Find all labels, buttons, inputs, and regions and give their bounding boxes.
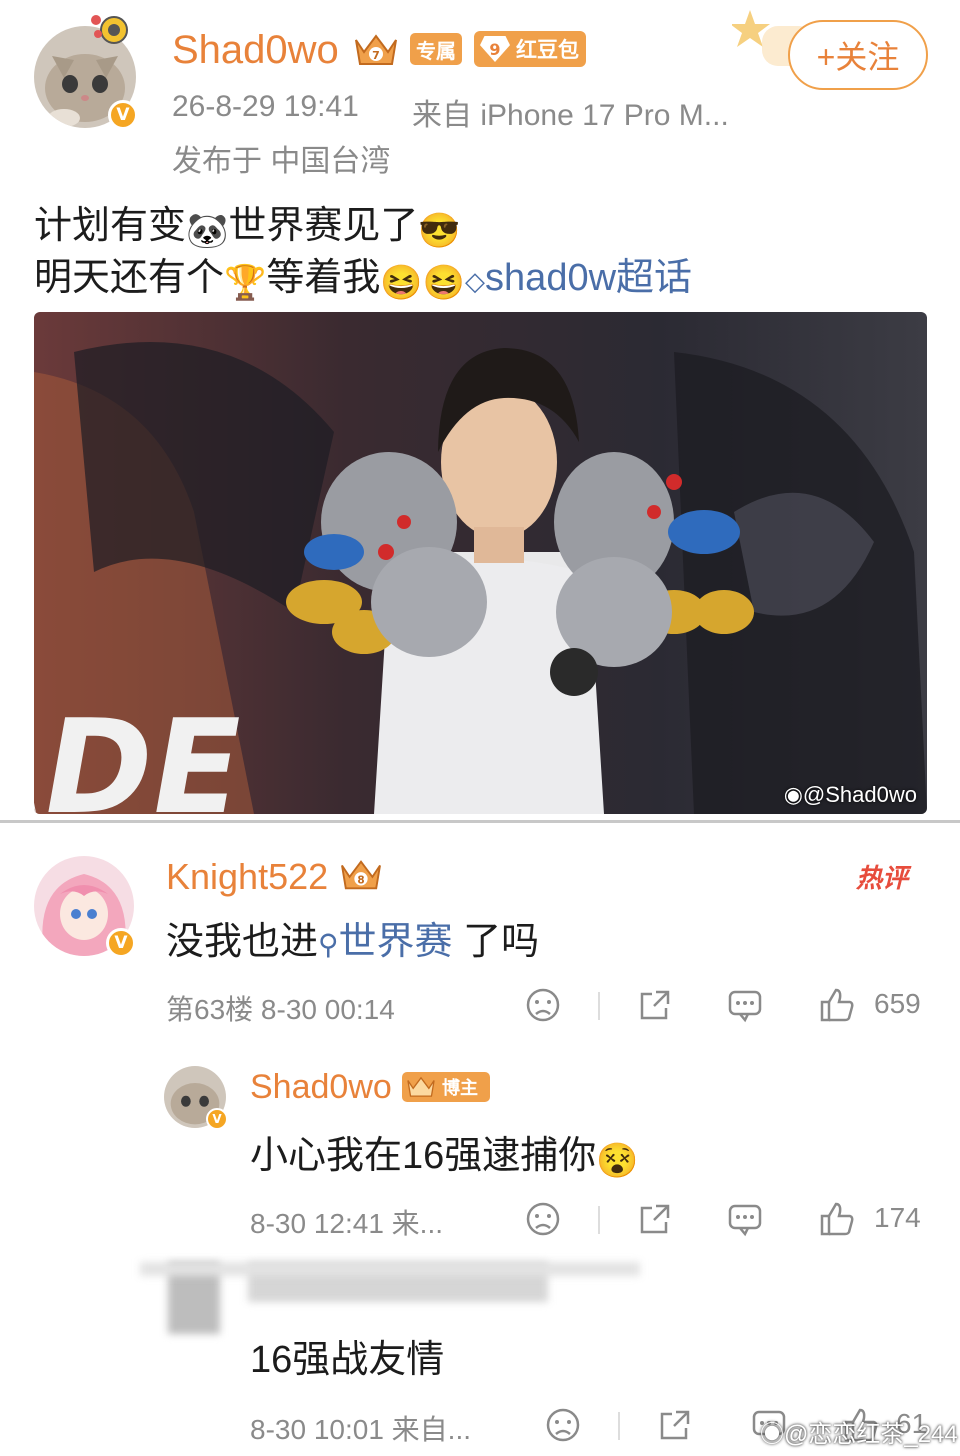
- search-icon: ⚲: [318, 929, 339, 960]
- like-thumb-icon[interactable]: [818, 1200, 856, 1238]
- post-timestamp: 26-8-29 19:41: [172, 90, 359, 123]
- diamond-topic-icon: ◇: [465, 266, 486, 296]
- blurred-strip: [140, 1262, 640, 1276]
- hot-comment-badge: 热评: [856, 864, 909, 894]
- sunglasses-emoji-icon: 😎: [418, 212, 461, 250]
- action-divider: [598, 992, 600, 1020]
- like-count: 659: [874, 988, 921, 1019]
- like-thumb-icon[interactable]: [818, 986, 856, 1024]
- dizzy-emoji-icon: 😵: [596, 1142, 639, 1180]
- post-source: 来自 iPhone 17 Pro M...: [412, 99, 729, 132]
- comment-icon[interactable]: [726, 986, 764, 1024]
- photo-watermark-text: @Shad0wo: [802, 782, 917, 807]
- crown-badge-icon: 7: [355, 34, 397, 65]
- section-divider: [0, 820, 960, 823]
- overlay-watermark-text: @恋恋红茶_244: [784, 1421, 958, 1448]
- post-body-line-1: 计划有变🐼世界赛见了😎: [34, 203, 461, 254]
- red-packet-tag[interactable]: 9 红豆包: [474, 31, 586, 67]
- panda-emoji-icon: 🐼: [186, 212, 229, 250]
- comment-action-row: 第63楼 8-30 00:14 659: [0, 986, 960, 1026]
- verified-badge-icon: V: [108, 100, 138, 130]
- cheer-emoji-icon: 😆😆: [380, 264, 466, 302]
- comment-icon[interactable]: [726, 1200, 764, 1238]
- author-avatar[interactable]: V: [34, 15, 138, 130]
- svg-text:ADE: ADE: [34, 691, 255, 814]
- author-username[interactable]: Shad0wo: [172, 28, 339, 73]
- dislike-face-icon[interactable]: [524, 1200, 562, 1238]
- author-role-label: 博主: [442, 1078, 478, 1099]
- like-count: 174: [874, 1202, 921, 1233]
- weibo-logo-icon: ◉: [783, 782, 803, 807]
- diamond-level-icon: 9: [480, 36, 510, 62]
- reply-author-avatar[interactable]: V: [164, 1066, 228, 1130]
- verified-badge-icon: V: [206, 1108, 228, 1130]
- reply-text: 16强战友情: [250, 1339, 445, 1381]
- commenter-avatar[interactable]: V: [34, 856, 136, 958]
- exclusive-tag: 专属: [410, 33, 462, 65]
- reply-time: 8-30 10:01 来自...: [250, 1414, 472, 1445]
- verified-badge-icon: V: [106, 928, 136, 958]
- avatar-pendant-icon: [91, 15, 128, 44]
- svg-text:7: 7: [372, 49, 380, 62]
- reply-text-content: 小心我在16强逮捕你: [250, 1135, 597, 1177]
- crown-badge-icon: 8: [341, 860, 381, 890]
- follow-button[interactable]: +关注: [788, 20, 928, 90]
- reply-text: 小心我在16强逮捕你😵: [250, 1124, 639, 1181]
- post-location: 发布于 中国台湾: [172, 145, 391, 178]
- reply-action-row: 8-30 12:41 来... 174: [0, 1200, 960, 1240]
- reply-time: 8-30 12:41 来...: [250, 1208, 444, 1239]
- share-icon[interactable]: [656, 1406, 694, 1444]
- super-topic-link[interactable]: ◇shad0w超话: [465, 257, 692, 299]
- post-text-segment: 计划有变: [34, 205, 187, 247]
- comment-text: 没我也进⚲世界赛 了吗: [166, 910, 539, 965]
- search-topic-link[interactable]: ⚲世界赛: [318, 921, 453, 963]
- reply-username[interactable]: Shad0wo: [250, 1068, 392, 1107]
- post-photo[interactable]: ADE ◉@Shad0wo: [34, 312, 927, 814]
- super-topic-label: shad0w超话: [485, 257, 693, 299]
- share-icon[interactable]: [636, 986, 674, 1024]
- crown-badge-icon: [407, 1076, 435, 1097]
- action-divider: [598, 1206, 600, 1234]
- share-icon[interactable]: [636, 1200, 674, 1238]
- comment-text-segment: 了吗: [452, 921, 540, 963]
- dislike-face-icon[interactable]: [524, 986, 562, 1024]
- red-packet-label: 红豆包: [516, 38, 579, 62]
- post-body-line-2: 明天还有个🏆等着我😆😆◇shad0w超话: [34, 255, 692, 306]
- weibo-logo-icon: ◉: [760, 1421, 784, 1448]
- post-text-segment: 等着我: [266, 257, 381, 299]
- commenter-username[interactable]: Knight522: [166, 856, 328, 898]
- dislike-face-icon[interactable]: [544, 1406, 582, 1444]
- weibo-post: V Shad0wo 7 专属 9 红豆包 +关注 26-8-29 19:41 来…: [0, 0, 960, 820]
- redpacket-level: 9: [489, 39, 501, 59]
- crown-level: 8: [357, 875, 364, 887]
- action-divider: [618, 1412, 620, 1440]
- photo-illustration: ADE: [34, 312, 927, 814]
- overlay-watermark: ◉@恋恋红茶_244: [760, 1414, 958, 1449]
- author-role-tag: 博主: [402, 1072, 490, 1102]
- comment-floor-time: 第63楼 8-30 00:14: [166, 994, 395, 1025]
- post-text-segment: 明天还有个: [34, 257, 225, 299]
- post-text-segment: 世界赛见了: [228, 205, 419, 247]
- trophy-emoji-icon: 🏆: [224, 264, 267, 302]
- comment-text-segment: 没我也进: [166, 921, 319, 963]
- search-topic-label: 世界赛: [338, 921, 453, 963]
- photo-watermark: ◉@Shad0wo: [784, 782, 917, 808]
